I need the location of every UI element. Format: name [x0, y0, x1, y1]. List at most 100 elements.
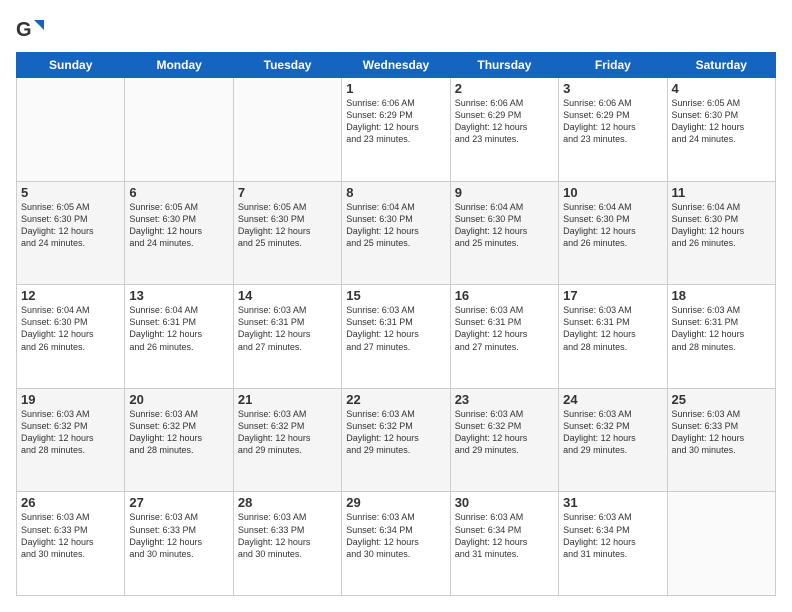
logo: G [16, 16, 48, 44]
day-cell-15: 15Sunrise: 6:03 AMSunset: 6:31 PMDayligh… [342, 285, 450, 389]
day-info: Sunrise: 6:03 AMSunset: 6:33 PMDaylight:… [238, 511, 337, 560]
week-row-5: 26Sunrise: 6:03 AMSunset: 6:33 PMDayligh… [17, 492, 776, 596]
day-info: Sunrise: 6:05 AMSunset: 6:30 PMDaylight:… [238, 201, 337, 250]
day-number: 25 [672, 392, 771, 407]
day-number: 30 [455, 495, 554, 510]
day-number: 31 [563, 495, 662, 510]
day-number: 14 [238, 288, 337, 303]
day-number: 6 [129, 185, 228, 200]
day-cell-17: 17Sunrise: 6:03 AMSunset: 6:31 PMDayligh… [559, 285, 667, 389]
day-info: Sunrise: 6:05 AMSunset: 6:30 PMDaylight:… [21, 201, 120, 250]
day-info: Sunrise: 6:03 AMSunset: 6:32 PMDaylight:… [129, 408, 228, 457]
day-info: Sunrise: 6:04 AMSunset: 6:30 PMDaylight:… [455, 201, 554, 250]
day-cell-22: 22Sunrise: 6:03 AMSunset: 6:32 PMDayligh… [342, 388, 450, 492]
week-row-4: 19Sunrise: 6:03 AMSunset: 6:32 PMDayligh… [17, 388, 776, 492]
day-number: 5 [21, 185, 120, 200]
day-number: 9 [455, 185, 554, 200]
day-number: 7 [238, 185, 337, 200]
day-info: Sunrise: 6:05 AMSunset: 6:30 PMDaylight:… [129, 201, 228, 250]
day-number: 29 [346, 495, 445, 510]
day-cell-26: 26Sunrise: 6:03 AMSunset: 6:33 PMDayligh… [17, 492, 125, 596]
day-cell-5: 5Sunrise: 6:05 AMSunset: 6:30 PMDaylight… [17, 181, 125, 285]
day-cell-27: 27Sunrise: 6:03 AMSunset: 6:33 PMDayligh… [125, 492, 233, 596]
day-cell-3: 3Sunrise: 6:06 AMSunset: 6:29 PMDaylight… [559, 78, 667, 182]
day-cell-9: 9Sunrise: 6:04 AMSunset: 6:30 PMDaylight… [450, 181, 558, 285]
week-row-3: 12Sunrise: 6:04 AMSunset: 6:30 PMDayligh… [17, 285, 776, 389]
day-info: Sunrise: 6:03 AMSunset: 6:31 PMDaylight:… [455, 304, 554, 353]
day-number: 22 [346, 392, 445, 407]
day-number: 4 [672, 81, 771, 96]
day-info: Sunrise: 6:03 AMSunset: 6:32 PMDaylight:… [346, 408, 445, 457]
day-number: 10 [563, 185, 662, 200]
day-info: Sunrise: 6:03 AMSunset: 6:33 PMDaylight:… [672, 408, 771, 457]
day-cell-10: 10Sunrise: 6:04 AMSunset: 6:30 PMDayligh… [559, 181, 667, 285]
day-info: Sunrise: 6:03 AMSunset: 6:32 PMDaylight:… [563, 408, 662, 457]
page: G SundayMondayTuesdayWednesdayThursdayFr… [0, 0, 792, 612]
day-cell-19: 19Sunrise: 6:03 AMSunset: 6:32 PMDayligh… [17, 388, 125, 492]
day-cell-29: 29Sunrise: 6:03 AMSunset: 6:34 PMDayligh… [342, 492, 450, 596]
day-number: 27 [129, 495, 228, 510]
day-number: 3 [563, 81, 662, 96]
day-cell-28: 28Sunrise: 6:03 AMSunset: 6:33 PMDayligh… [233, 492, 341, 596]
week-row-2: 5Sunrise: 6:05 AMSunset: 6:30 PMDaylight… [17, 181, 776, 285]
day-cell-empty-w0d2 [233, 78, 341, 182]
calendar-table: SundayMondayTuesdayWednesdayThursdayFrid… [16, 52, 776, 596]
day-cell-18: 18Sunrise: 6:03 AMSunset: 6:31 PMDayligh… [667, 285, 775, 389]
day-info: Sunrise: 6:03 AMSunset: 6:31 PMDaylight:… [346, 304, 445, 353]
day-info: Sunrise: 6:03 AMSunset: 6:31 PMDaylight:… [563, 304, 662, 353]
day-cell-2: 2Sunrise: 6:06 AMSunset: 6:29 PMDaylight… [450, 78, 558, 182]
day-info: Sunrise: 6:03 AMSunset: 6:34 PMDaylight:… [563, 511, 662, 560]
day-number: 28 [238, 495, 337, 510]
day-cell-8: 8Sunrise: 6:04 AMSunset: 6:30 PMDaylight… [342, 181, 450, 285]
day-cell-23: 23Sunrise: 6:03 AMSunset: 6:32 PMDayligh… [450, 388, 558, 492]
day-info: Sunrise: 6:03 AMSunset: 6:33 PMDaylight:… [129, 511, 228, 560]
week-row-1: 1Sunrise: 6:06 AMSunset: 6:29 PMDaylight… [17, 78, 776, 182]
day-number: 8 [346, 185, 445, 200]
day-info: Sunrise: 6:03 AMSunset: 6:32 PMDaylight:… [238, 408, 337, 457]
day-info: Sunrise: 6:04 AMSunset: 6:30 PMDaylight:… [346, 201, 445, 250]
day-info: Sunrise: 6:03 AMSunset: 6:34 PMDaylight:… [346, 511, 445, 560]
day-info: Sunrise: 6:06 AMSunset: 6:29 PMDaylight:… [563, 97, 662, 146]
day-cell-11: 11Sunrise: 6:04 AMSunset: 6:30 PMDayligh… [667, 181, 775, 285]
weekday-header-wednesday: Wednesday [342, 53, 450, 78]
day-cell-31: 31Sunrise: 6:03 AMSunset: 6:34 PMDayligh… [559, 492, 667, 596]
day-number: 23 [455, 392, 554, 407]
weekday-header-thursday: Thursday [450, 53, 558, 78]
day-number: 24 [563, 392, 662, 407]
day-number: 13 [129, 288, 228, 303]
day-info: Sunrise: 6:04 AMSunset: 6:30 PMDaylight:… [563, 201, 662, 250]
day-info: Sunrise: 6:03 AMSunset: 6:32 PMDaylight:… [455, 408, 554, 457]
day-cell-7: 7Sunrise: 6:05 AMSunset: 6:30 PMDaylight… [233, 181, 341, 285]
day-number: 1 [346, 81, 445, 96]
day-number: 19 [21, 392, 120, 407]
header: G [16, 16, 776, 44]
day-cell-1: 1Sunrise: 6:06 AMSunset: 6:29 PMDaylight… [342, 78, 450, 182]
day-number: 17 [563, 288, 662, 303]
day-cell-24: 24Sunrise: 6:03 AMSunset: 6:32 PMDayligh… [559, 388, 667, 492]
day-info: Sunrise: 6:03 AMSunset: 6:31 PMDaylight:… [238, 304, 337, 353]
day-number: 11 [672, 185, 771, 200]
day-cell-20: 20Sunrise: 6:03 AMSunset: 6:32 PMDayligh… [125, 388, 233, 492]
day-number: 20 [129, 392, 228, 407]
day-cell-6: 6Sunrise: 6:05 AMSunset: 6:30 PMDaylight… [125, 181, 233, 285]
day-info: Sunrise: 6:03 AMSunset: 6:31 PMDaylight:… [672, 304, 771, 353]
day-info: Sunrise: 6:06 AMSunset: 6:29 PMDaylight:… [346, 97, 445, 146]
day-cell-14: 14Sunrise: 6:03 AMSunset: 6:31 PMDayligh… [233, 285, 341, 389]
weekday-header-saturday: Saturday [667, 53, 775, 78]
day-cell-empty-w0d1 [125, 78, 233, 182]
day-info: Sunrise: 6:03 AMSunset: 6:32 PMDaylight:… [21, 408, 120, 457]
day-cell-30: 30Sunrise: 6:03 AMSunset: 6:34 PMDayligh… [450, 492, 558, 596]
day-info: Sunrise: 6:04 AMSunset: 6:30 PMDaylight:… [21, 304, 120, 353]
day-cell-21: 21Sunrise: 6:03 AMSunset: 6:32 PMDayligh… [233, 388, 341, 492]
day-info: Sunrise: 6:03 AMSunset: 6:33 PMDaylight:… [21, 511, 120, 560]
day-info: Sunrise: 6:06 AMSunset: 6:29 PMDaylight:… [455, 97, 554, 146]
day-number: 15 [346, 288, 445, 303]
weekday-header-friday: Friday [559, 53, 667, 78]
day-number: 26 [21, 495, 120, 510]
day-cell-empty-w0d0 [17, 78, 125, 182]
day-cell-12: 12Sunrise: 6:04 AMSunset: 6:30 PMDayligh… [17, 285, 125, 389]
svg-text:G: G [16, 19, 32, 41]
day-cell-empty-w4d6 [667, 492, 775, 596]
day-info: Sunrise: 6:04 AMSunset: 6:31 PMDaylight:… [129, 304, 228, 353]
day-number: 18 [672, 288, 771, 303]
